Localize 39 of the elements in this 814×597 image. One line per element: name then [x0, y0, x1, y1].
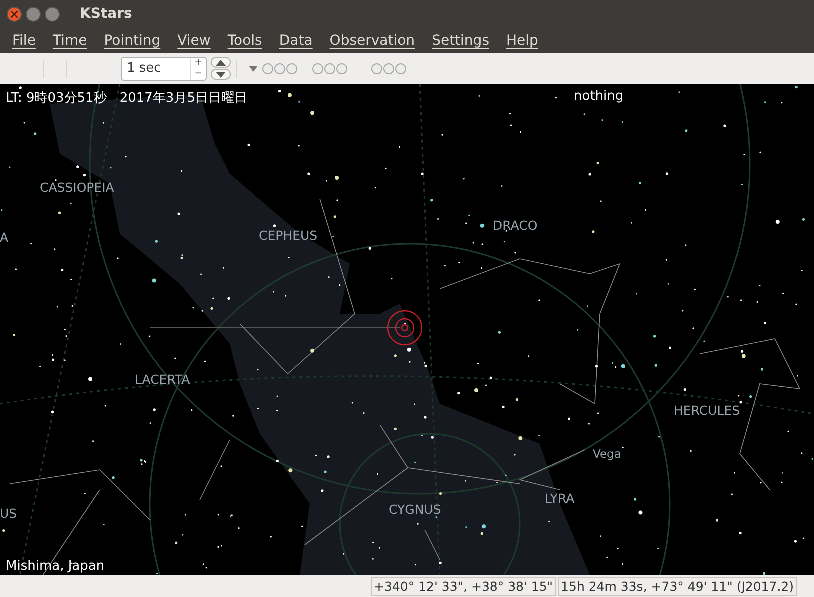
toolbar-toggle-icon[interactable]: [371, 62, 409, 74]
coordinates-field: +340° 12' 33", +38° 38' 15": [371, 576, 556, 596]
target-marker-icon: [387, 310, 423, 346]
focus-object-label: nothing: [574, 89, 624, 104]
coordinates-field: 15h 24m 33s, +73° 49' 11" (J2017.2): [558, 576, 797, 596]
close-icon: [11, 10, 18, 18]
menu-item[interactable]: Pointing: [96, 32, 170, 48]
up-triangle-icon: [216, 60, 226, 66]
minimize-button[interactable]: [26, 6, 41, 22]
step-down-button[interactable]: [211, 69, 231, 80]
menu-item[interactable]: Observation: [321, 32, 424, 48]
location-label: Mishima, Japan: [6, 559, 105, 574]
constellation-label: CASSIOPEIA: [40, 180, 114, 196]
local-time-label: LT: 9時03分51秒 2017年3月5日日曜日: [6, 90, 248, 107]
close-button[interactable]: [7, 6, 22, 22]
constellation-label: CYGNUS: [389, 502, 442, 518]
toolbar-toggle-icon[interactable]: [262, 62, 300, 74]
menu-item[interactable]: Help: [498, 32, 547, 48]
menu-item[interactable]: View: [169, 32, 220, 48]
toolbar-toggle-icon[interactable]: [312, 62, 350, 74]
constellation-label: US: [0, 506, 18, 522]
window-title: KStars: [80, 6, 132, 22]
constellation-label: LYRA: [545, 491, 575, 507]
menu-item[interactable]: Tools: [219, 32, 271, 48]
dropdown-caret-icon[interactable]: [249, 66, 258, 72]
menu-item[interactable]: File: [4, 32, 44, 48]
down-triangle-icon: [216, 72, 226, 78]
step-up-button[interactable]: [211, 57, 231, 68]
constellation-label: DRACO: [493, 218, 538, 234]
constellation-label: CEPHEUS: [259, 228, 318, 244]
constellation-label: A: [0, 230, 9, 246]
menu-item[interactable]: Data: [270, 32, 322, 48]
constellation-label: HERCULES: [674, 403, 740, 419]
menu-item[interactable]: Time: [44, 32, 96, 48]
time-step-spinbox[interactable]: 1 sec + −: [121, 56, 207, 80]
constellation-label: LACERTA: [135, 372, 190, 388]
menu-item[interactable]: Settings: [424, 32, 498, 48]
maximize-button[interactable]: [45, 6, 60, 22]
star-name-label: Vega: [593, 446, 622, 462]
